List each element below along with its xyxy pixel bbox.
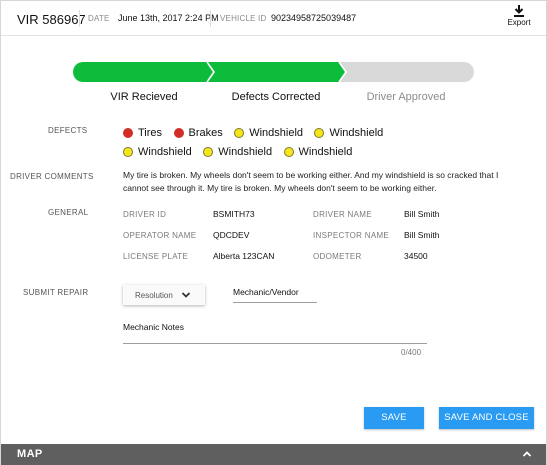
vir-detail-panel: VIR 586967 DATE June 13th, 2017 2:24 PM …: [0, 0, 547, 465]
resolution-value: Resolution: [135, 291, 173, 300]
notes-character-count: 0/400: [401, 348, 422, 357]
defect-name: Windshield: [249, 127, 304, 139]
defect-name: Windshield: [218, 146, 273, 158]
defects-label: DEFECTS: [48, 126, 88, 135]
export-label: Export: [507, 18, 531, 27]
red-dot-icon: [123, 128, 133, 138]
inspector-name-value: Bill Smith: [404, 230, 440, 240]
operator-name-label: OPERATOR NAME: [123, 231, 197, 240]
driver-comments-label: DRIVER COMMENTS: [10, 172, 94, 181]
mechanic-vendor-value: Mechanic/Vendor: [233, 287, 299, 297]
defect-name: Tires: [138, 127, 163, 139]
header-bar: VIR 586967 DATE June 13th, 2017 2:24 PM …: [1, 1, 546, 36]
defect-item: Windshield: [283, 143, 353, 161]
step-label-vir-received: VIR Recieved: [110, 91, 178, 103]
defect-name: Windshield: [138, 146, 192, 158]
defect-item: Windshield: [234, 124, 303, 142]
defect-item: Windshield: [203, 143, 272, 161]
resolution-dropdown[interactable]: Resolution: [123, 285, 205, 305]
save-button[interactable]: SAVE: [364, 407, 424, 429]
defect-name: Windshield: [298, 146, 353, 158]
driver-name-label: DRIVER NAME: [313, 210, 372, 219]
defect-name: Windshield: [329, 127, 384, 139]
mechanic-notes-input[interactable]: [123, 343, 427, 344]
divider: [79, 10, 80, 27]
defect-name: Brakes: [188, 127, 223, 139]
driver-name-value: Bill Smith: [404, 209, 440, 219]
defect-item: Windshield: [314, 124, 383, 142]
driver-id-value: BSMITH73: [213, 209, 255, 219]
step-label-defects-corrected: Defects Corrected: [231, 91, 321, 103]
driver-comments-text: My tire is broken. My wheels don't seem …: [123, 170, 499, 193]
yellow-dot-icon: [314, 128, 325, 138]
progress-stepper: [73, 62, 474, 82]
license-plate-value: Alberta 123CAN: [213, 251, 275, 261]
odometer-value: 34500: [404, 251, 428, 261]
defect-item: Brakes: [173, 124, 223, 142]
mechanic-vendor-field[interactable]: Mechanic/Vendor: [233, 284, 317, 303]
defects-list: Tires Brakes Windshield Windshield Winds…: [123, 124, 453, 162]
chevron-down-icon: [181, 292, 191, 298]
vehicle-id-label: VEHICLE ID: [220, 14, 267, 23]
general-label: GENERAL: [48, 208, 89, 217]
red-dot-icon: [173, 128, 184, 138]
defect-item: Tires: [123, 124, 162, 142]
chevron-up-icon[interactable]: [522, 450, 532, 458]
odometer-label: ODOMETER: [313, 252, 362, 261]
divider: [210, 10, 211, 27]
inspector-name-label: INSPECTOR NAME: [313, 231, 390, 240]
map-section-header[interactable]: MAP: [1, 444, 546, 465]
submit-repair-label: SUBMIT REPAIR: [23, 288, 89, 297]
step-label-driver-approved: Driver Approved: [366, 91, 446, 103]
export-button[interactable]: Export: [506, 5, 532, 31]
save-and-close-button[interactable]: SAVE AND CLOSE: [439, 407, 534, 429]
progress-step-complete: [73, 62, 214, 82]
map-label: MAP: [17, 448, 43, 460]
driver-id-label: DRIVER ID: [123, 210, 167, 219]
yellow-dot-icon: [234, 128, 245, 138]
vir-number: VIR 586967: [17, 12, 86, 27]
date-label: DATE: [88, 14, 110, 23]
yellow-dot-icon: [203, 147, 214, 157]
yellow-dot-icon: [283, 147, 294, 157]
vehicle-id-value: 90234958725039487: [271, 13, 357, 23]
yellow-dot-icon: [123, 147, 133, 157]
mechanic-notes-label: Mechanic Notes: [123, 322, 184, 332]
progress-step-pending: [339, 62, 474, 82]
download-icon: [514, 5, 524, 17]
date-value: June 13th, 2017 2:24 PM: [118, 13, 219, 23]
license-plate-label: LICENSE PLATE: [123, 252, 189, 261]
defect-item: Windshield: [123, 143, 192, 161]
operator-name-value: QDCDEV: [213, 230, 250, 240]
progress-step-complete: [207, 62, 346, 82]
